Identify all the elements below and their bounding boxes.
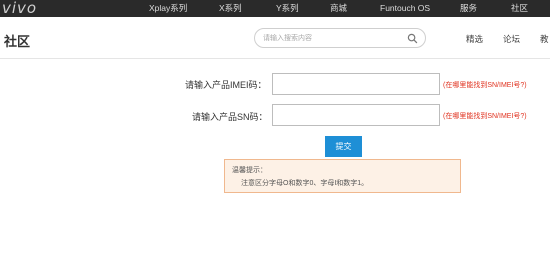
nav-item-funtouch-os[interactable]: Funtouch OS — [380, 0, 430, 17]
imei-help-link[interactable]: (在哪里能找到SN/IMEI号?) — [443, 80, 527, 90]
page-title: 社区 — [4, 34, 31, 49]
nav-item-service[interactable]: 服务 — [460, 0, 477, 17]
subnav-tutorial[interactable]: 教 — [540, 33, 549, 45]
nav-item-x-series[interactable]: X系列 — [219, 0, 242, 17]
sn-label: 请输入产品SN码： — [192, 112, 268, 122]
sn-help-link[interactable]: (在哪里能找到SN/IMEI号?) — [443, 111, 527, 121]
notice-box: 温馨提示： 注意区分字母O和数字0、字母I和数字1。 — [224, 159, 461, 193]
notice-title: 温馨提示： — [232, 167, 267, 174]
subnav-forum[interactable]: 论坛 — [503, 33, 520, 45]
community-header: 社区 精选 论坛 教 — [0, 17, 550, 59]
top-navigation-bar: vivo Xplay系列 X系列 Y系列 商城 Funtouch OS 服务 社… — [0, 0, 550, 17]
subnav-featured[interactable]: 精选 — [466, 33, 483, 45]
nav-item-y-series[interactable]: Y系列 — [276, 0, 299, 17]
submit-button[interactable]: 提交 — [325, 136, 362, 157]
search-icon[interactable] — [407, 33, 418, 44]
nav-item-store[interactable]: 商城 — [330, 0, 347, 17]
notice-text: 注意区分字母O和数字0、字母I和数字1。 — [241, 180, 369, 187]
search-box[interactable] — [254, 28, 426, 48]
nav-item-xplay[interactable]: Xplay系列 — [149, 0, 187, 17]
imei-input[interactable] — [272, 73, 440, 95]
vivo-logo[interactable]: vivo — [2, 0, 37, 17]
nav-item-community[interactable]: 社区 — [511, 0, 528, 17]
search-input[interactable] — [263, 32, 408, 45]
imei-label: 请输入产品IMEI码： — [185, 80, 267, 90]
sn-input[interactable] — [272, 104, 440, 126]
